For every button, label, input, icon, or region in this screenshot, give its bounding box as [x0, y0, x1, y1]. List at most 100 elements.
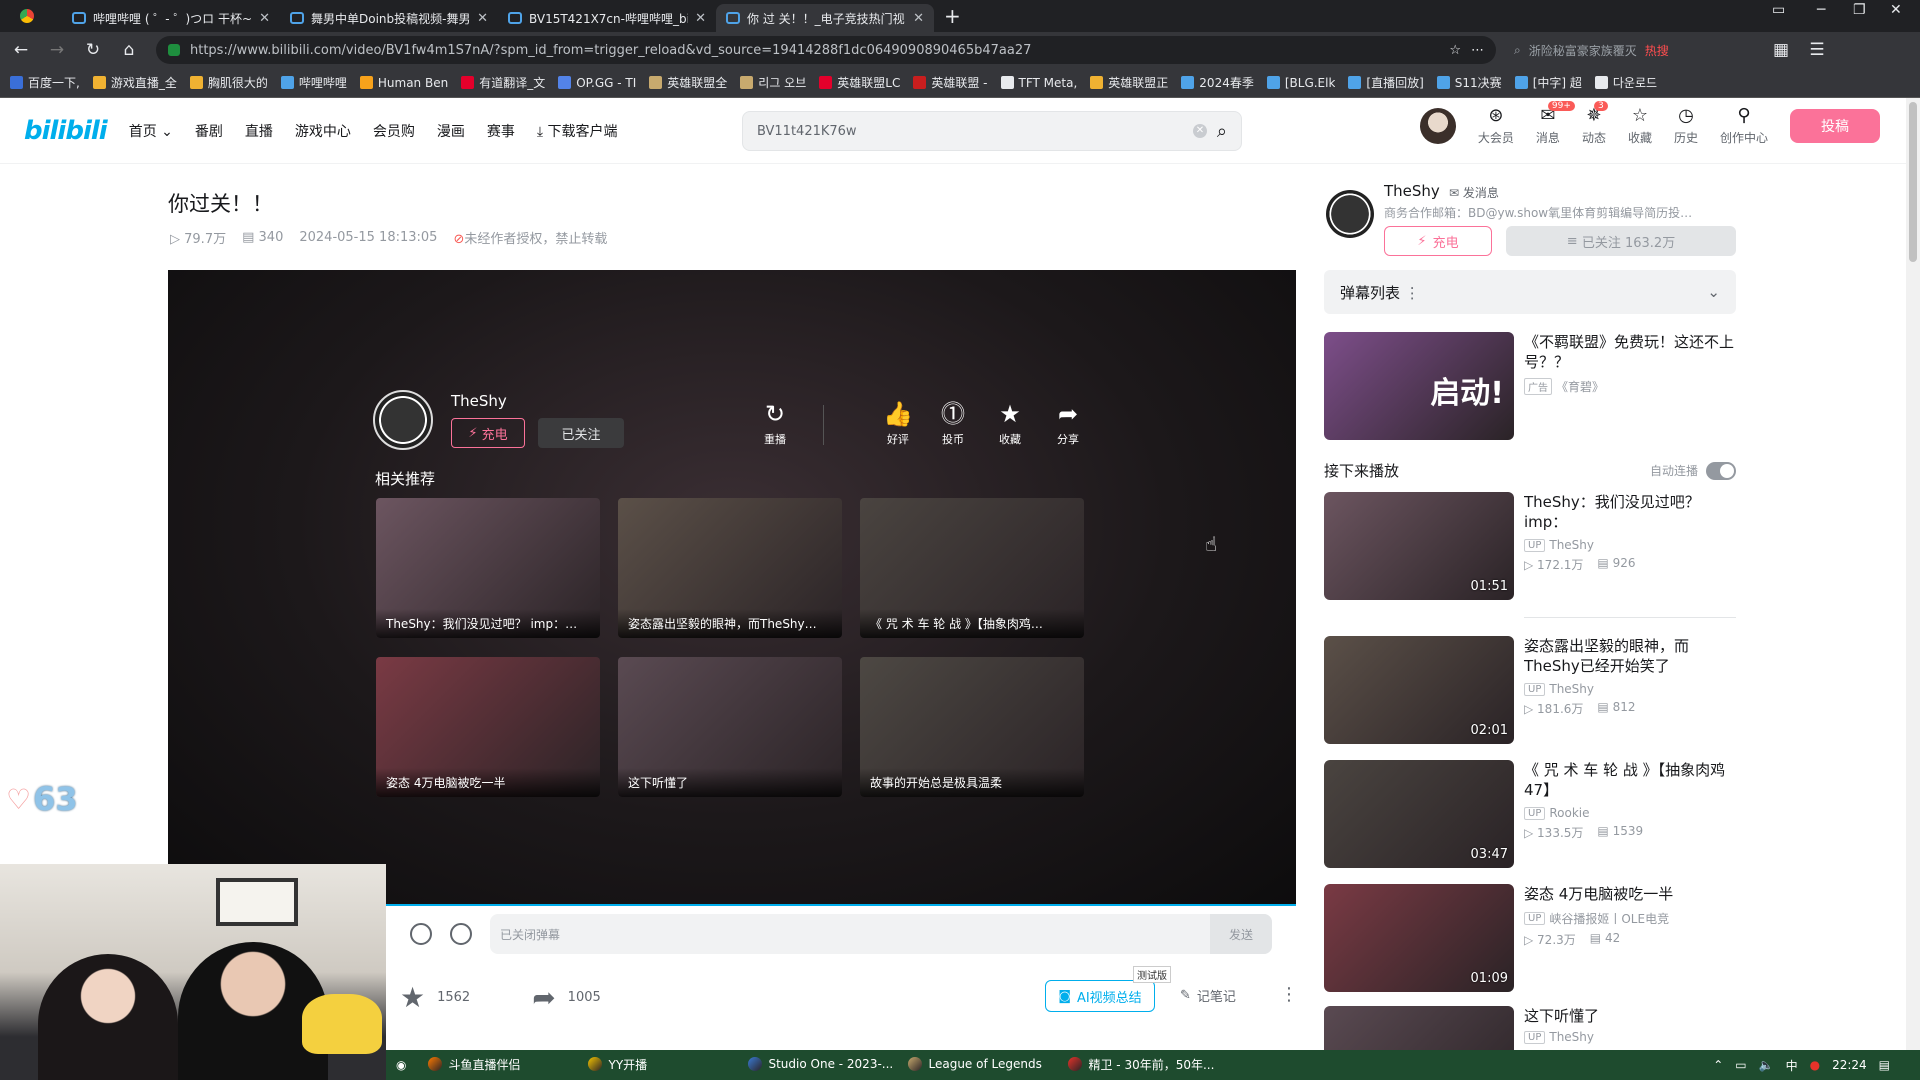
clock[interactable]: 22:24 [1832, 1058, 1867, 1072]
taskbar-item[interactable]: 斗鱼直播伴侣 [416, 1050, 576, 1080]
search-icon[interactable]: ⌕ [1217, 121, 1227, 142]
ai-summary-button[interactable]: ◙ AI视频总结 [1045, 980, 1155, 1012]
follow-button[interactable]: ≡ 已关注 163.2万 [1506, 226, 1736, 256]
browser-tab-4-active[interactable]: 你 过 关！！_电子竞技热门视 ✕ [716, 4, 934, 32]
bookmark-item[interactable]: 英雄联盟正 [1090, 74, 1168, 91]
ad-card[interactable]: 启动! 《不羁联盟》免费玩！这还不上号？？ 广告 《育碧》 [1324, 332, 1736, 440]
browser-tab-2[interactable]: 舞男中单Doinb投稿视频-舞男 ✕ [280, 4, 498, 32]
bookmark-item[interactable]: 百度一下, [10, 74, 80, 91]
restore-icon[interactable]: ❐ [1853, 2, 1866, 18]
side-search-field[interactable]: ⌕ 浙险秘富豪家族覆灭 热搜 [1514, 42, 1754, 59]
taskbar-item[interactable]: League of Legends [896, 1050, 1056, 1080]
nav-esports[interactable]: 赛事 [487, 121, 515, 141]
bookmark-item[interactable]: OP.GG - TI [558, 76, 636, 90]
notification-icon[interactable]: ▤ [1879, 1058, 1890, 1072]
note-button[interactable]: ✎ 记笔记 [1180, 986, 1236, 1005]
danmaku-settings-icon[interactable] [450, 923, 472, 945]
taskbar-item[interactable]: 精卫 - 30年前，50年... [1056, 1050, 1216, 1080]
window-close-icon[interactable]: ✕ [1890, 2, 1902, 18]
header-vip[interactable]: ⊛ 大会员 [1478, 106, 1514, 146]
uploader-avatar[interactable] [1326, 190, 1374, 238]
danmaku-toggle-icon[interactable] [410, 923, 432, 945]
send-button[interactable]: 发送 [1210, 914, 1272, 954]
charge-button[interactable]: ⚡ 充电 [451, 418, 525, 448]
send-message-link[interactable]: ✉ 发消息 [1449, 184, 1499, 201]
bookmark-item[interactable]: [中字] 超 [1514, 74, 1582, 91]
like-button[interactable]: 👍 好评 [883, 402, 913, 447]
bookmark-item[interactable]: 英雄联盟全 [649, 74, 727, 91]
bookmark-item[interactable]: [BLG.Elk [1266, 76, 1335, 90]
share-icon[interactable]: ➦ [532, 981, 555, 1014]
page-scrollbar[interactable] [1906, 98, 1920, 1050]
bookmark-item[interactable]: 英雄联盟LC [819, 74, 900, 91]
browser-tab-3[interactable]: BV15T421X7cn-哔哩哔哩_bi ✕ [498, 4, 716, 32]
header-creator-center[interactable]: ⚲ 创作中心 [1720, 106, 1768, 146]
related-video-card[interactable]: 姿态 4万电脑被吃一半 [376, 657, 600, 797]
nav-live[interactable]: 直播 [245, 121, 273, 141]
list-item[interactable]: 01:51 TheShy：我们没见过吧？ imp： UP TheShy ▷ 172… [1324, 492, 1736, 600]
more-icon[interactable]: ⋮ [1405, 284, 1420, 302]
bookmark-item[interactable]: TFT Meta, [1000, 76, 1077, 90]
header-messages[interactable]: 99+ ✉ 消息 [1536, 101, 1575, 146]
list-item[interactable]: 01:09 姿态 4万电脑被吃一半 UP 峡谷播报姬丨OLE电竞 ▷ 72.3万 ▤… [1324, 884, 1736, 992]
more-icon[interactable]: ⋮ [1280, 984, 1298, 1005]
minimize-icon[interactable]: ─ [1817, 2, 1825, 18]
related-video-card[interactable]: 故事的开始总是极具温柔 [860, 657, 1084, 797]
related-video-card[interactable]: TheShy：我们没见过吧？ imp：… [376, 498, 600, 638]
browser-tab-1[interactable]: 哔哩哔哩 ( ゜- ゜)つロ 干杯~ ✕ [62, 4, 280, 32]
close-icon[interactable]: ✕ [477, 11, 488, 26]
chevron-up-icon[interactable]: ⌃ [1713, 1058, 1723, 1072]
nav-mall[interactable]: 会员购 [373, 121, 415, 141]
taskbar-item[interactable]: YY开播 [576, 1050, 736, 1080]
more-icon[interactable]: ⋯ [1471, 43, 1484, 58]
bookmark-item[interactable]: 胸肌很大的 [189, 74, 268, 91]
reload-icon[interactable]: ↻ [84, 40, 102, 60]
bookmark-item[interactable]: 英雄联盟 - [913, 74, 988, 91]
search-input[interactable] [757, 123, 1183, 139]
followed-button[interactable]: 已关注 [538, 418, 624, 448]
replay-button[interactable]: ↻ 重播 [764, 402, 786, 447]
chrome-taskbar-icon[interactable]: ◉ [386, 1058, 416, 1072]
list-item[interactable]: 这下听懂了 UP TheShy [1324, 1006, 1736, 1050]
bookmark-item[interactable]: S11决赛 [1436, 74, 1502, 91]
nav-home[interactable]: 首页 ⌄ [129, 121, 173, 141]
home-icon[interactable]: ⌂ [120, 40, 138, 60]
window-icon[interactable]: ▭ [1772, 2, 1785, 18]
autoplay-toggle[interactable] [1706, 461, 1736, 480]
charge-button[interactable]: ⚡ 充电 [1384, 226, 1492, 256]
ime-indicator[interactable]: 中 [1786, 1057, 1798, 1074]
nav-game-center[interactable]: 游戏中心 [295, 121, 351, 141]
header-dynamics[interactable]: 3 ✵ 动态 [1582, 101, 1608, 146]
star-icon[interactable]: ★ [400, 981, 425, 1014]
new-tab-button[interactable]: + [944, 4, 961, 28]
related-video-card[interactable]: 姿态露出坚毅的眼神，而TheShy… [618, 498, 842, 638]
taskbar-item[interactable]: Studio One - 2023-... [736, 1050, 896, 1080]
list-item[interactable]: 03:47 《 咒 术 车 轮 战 》【抽象肉鸡47】 UP Rookie ▷ 1… [1324, 760, 1736, 868]
bookmark-item[interactable]: 有道翻译_文 [461, 74, 545, 91]
bookmark-item[interactable]: Human Ben [359, 76, 448, 90]
close-icon[interactable]: ✕ [913, 11, 924, 26]
clear-icon[interactable]: ✕ [1192, 124, 1207, 138]
back-icon[interactable]: ← [12, 40, 30, 60]
url-field[interactable]: https://www.bilibili.com/video/BV1fw4m1S… [156, 36, 1496, 64]
nav-anime[interactable]: 番剧 [195, 121, 223, 141]
header-history[interactable]: ◷ 历史 [1674, 106, 1698, 146]
danmaku-list-toggle[interactable]: 弹幕列表 ⋮ ⌄ [1324, 270, 1736, 314]
bookmark-star-icon[interactable]: ☆ [1449, 43, 1461, 58]
list-item[interactable]: 02:01 姿态露出坚毅的眼神，而TheShy已经开始笑了 UP TheShy ▷… [1324, 636, 1736, 744]
favorite-button[interactable]: ★ 收藏 [999, 402, 1021, 447]
avatar[interactable] [1419, 108, 1456, 144]
coin-button[interactable]: ⓵ 投币 [941, 402, 965, 447]
antivirus-icon[interactable]: ● [1810, 1058, 1820, 1072]
scrollbar-thumb[interactable] [1909, 102, 1917, 262]
apps-grid-icon[interactable]: ▦ [1772, 40, 1790, 60]
bilibili-logo[interactable]: bilibili [24, 116, 108, 146]
upload-button[interactable]: 投稿 [1790, 109, 1880, 143]
bookmark-item[interactable]: 다운로드 [1594, 74, 1657, 91]
uploader-name[interactable]: TheShy [1384, 182, 1440, 200]
network-icon[interactable]: ▭ [1735, 1058, 1746, 1072]
bookmark-item[interactable]: 哔哩哔哩 [280, 74, 347, 91]
bookmark-item[interactable]: [直播回放] [1348, 74, 1424, 91]
nav-download-client[interactable]: ⤓ 下载客户端 [537, 121, 618, 141]
bookmark-item[interactable]: 游戏直播_全 [92, 74, 177, 91]
